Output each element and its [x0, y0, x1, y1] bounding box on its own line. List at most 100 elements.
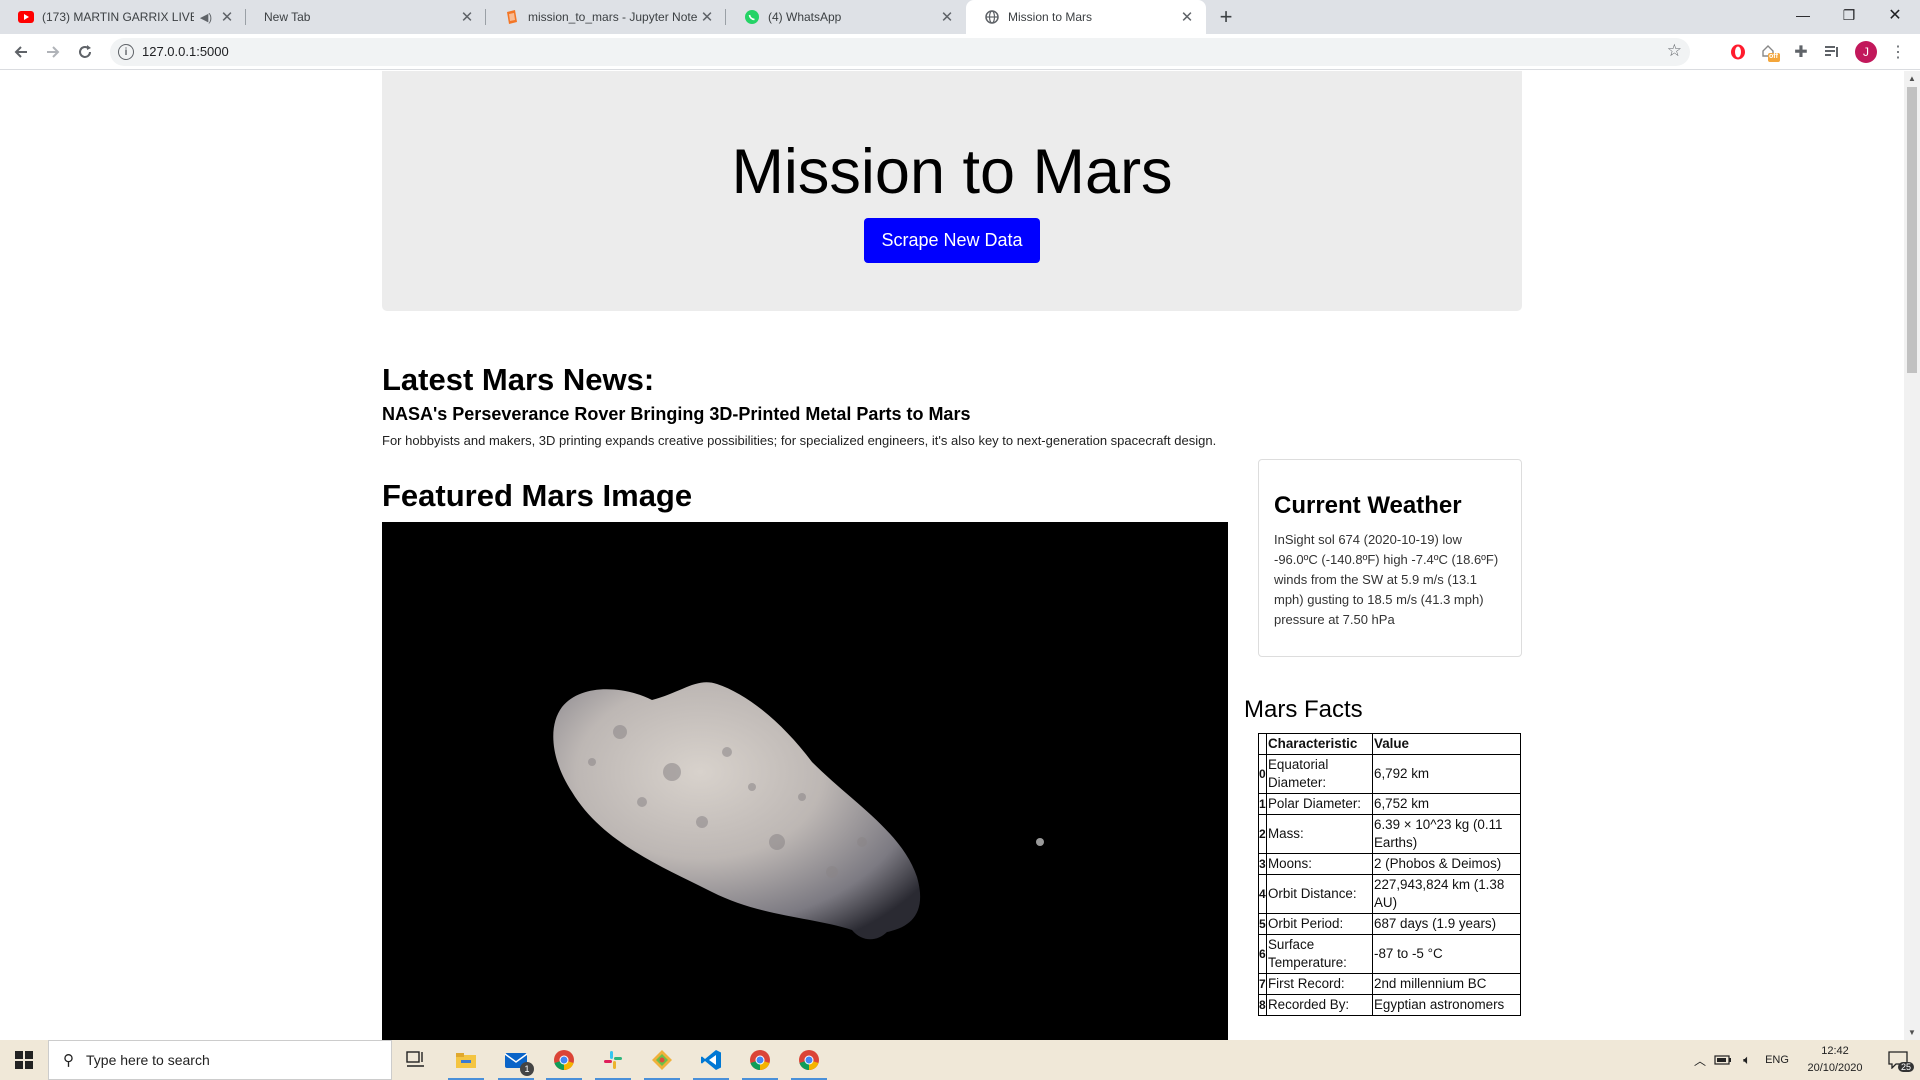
close-tab-icon[interactable]: ✕	[1178, 8, 1196, 26]
close-tab-icon[interactable]: ✕	[698, 8, 716, 26]
chrome-icon[interactable]	[540, 1040, 588, 1080]
row-characteristic: Equatorial Diameter:	[1266, 754, 1373, 794]
row-characteristic: First Record:	[1266, 973, 1373, 995]
vscode-icon[interactable]	[687, 1040, 735, 1080]
more-menu-icon[interactable]: ⋮	[1888, 42, 1908, 62]
bookmark-star-icon[interactable]: ☆	[1667, 41, 1682, 61]
mars-facts-table: Characteristic Value 0 Equatorial Diamete…	[1258, 733, 1521, 1016]
scrollbar-thumb[interactable]	[1907, 87, 1917, 373]
taskbar-search-box[interactable]: ⚲ Type here to search	[48, 1040, 392, 1080]
close-tab-icon[interactable]: ✕	[938, 8, 956, 26]
row-characteristic: Mass:	[1266, 814, 1373, 854]
table-header-value: Value	[1372, 733, 1521, 755]
profile-avatar[interactable]: J	[1855, 41, 1877, 63]
tab-title: Mission to Mars	[1008, 10, 1093, 24]
row-index: 0	[1258, 754, 1267, 794]
tab-new-tab[interactable]: New Tab ✕	[246, 0, 486, 34]
weather-text: InSight sol 674 (2020-10-19) low -96.0ºC…	[1274, 532, 1499, 627]
close-tab-icon[interactable]: ✕	[218, 8, 236, 26]
page-scrollbar[interactable]: ▲ ▼	[1904, 71, 1920, 1040]
forward-arrow-icon[interactable]	[40, 39, 66, 65]
media-queue-icon[interactable]	[1822, 42, 1842, 62]
clock[interactable]: 12:42 20/10/2020	[1790, 1043, 1880, 1077]
row-value: 6,752 km	[1372, 793, 1521, 815]
row-index: 5	[1258, 913, 1267, 935]
row-characteristic: Moons:	[1266, 853, 1373, 875]
close-tab-icon[interactable]: ✕	[458, 8, 476, 26]
extension-off-icon[interactable]: off	[1760, 42, 1780, 62]
language-indicator[interactable]: ENG	[1762, 1040, 1792, 1080]
news-heading: Latest Mars News:	[382, 362, 655, 397]
row-characteristic: Orbit Period:	[1266, 913, 1373, 935]
table-header-characteristic: Characteristic	[1266, 733, 1373, 755]
git-gui-icon[interactable]	[638, 1040, 686, 1080]
youtube-icon	[18, 9, 34, 25]
info-icon[interactable]: i	[118, 44, 134, 60]
featured-image-heading: Featured Mars Image	[382, 478, 693, 513]
tab-whatsapp[interactable]: (4) WhatsApp ✕	[726, 0, 966, 34]
windows-start-icon[interactable]	[0, 1040, 48, 1080]
reload-icon[interactable]	[72, 39, 98, 65]
row-value: Egyptian astronomers	[1372, 994, 1521, 1016]
chrome-icon-3[interactable]	[785, 1040, 833, 1080]
clock-date: 20/10/2020	[1807, 1062, 1863, 1074]
new-tab-button[interactable]: +	[1214, 4, 1238, 29]
row-index: 1	[1258, 793, 1267, 815]
featured-mars-image	[382, 522, 1228, 1040]
scroll-up-arrow-icon[interactable]: ▲	[1908, 74, 1916, 83]
minimize-icon[interactable]: —	[1780, 0, 1826, 30]
restore-icon[interactable]: ❐	[1826, 0, 1872, 30]
close-window-icon[interactable]: ✕	[1872, 0, 1918, 30]
mail-badge: 1	[520, 1062, 534, 1076]
table-row: 6 Surface Temperature: -87 to -5 °C	[1258, 934, 1521, 974]
tab-title: (4) WhatsApp	[768, 10, 842, 24]
speaker-icon[interactable]: 🔈︎	[1736, 1040, 1758, 1080]
table-row: 7 First Record: 2nd millennium BC	[1258, 973, 1521, 995]
speaker-icon[interactable]: ◀)	[200, 11, 212, 24]
task-view-icon[interactable]	[392, 1040, 440, 1080]
opera-icon[interactable]	[1728, 42, 1748, 62]
weather-card: Current Weather InSight sol 674 (2020-10…	[1258, 459, 1522, 657]
taskbar-search-placeholder[interactable]: Type here to search	[86, 1052, 210, 1068]
row-value: 6.39 × 10^23 kg (0.11 Earths)	[1372, 814, 1521, 854]
file-explorer-icon[interactable]	[442, 1040, 490, 1080]
battery-icon[interactable]	[1712, 1040, 1734, 1080]
browser-tab-strip: (173) MARTIN GARRIX LIVE @ ◀) ✕ New Tab …	[0, 0, 1920, 34]
page-viewport: Mission to Mars Scrape New Data Latest M…	[0, 71, 1904, 1040]
scroll-down-arrow-icon[interactable]: ▼	[1908, 1028, 1916, 1037]
notification-center-icon[interactable]: 25	[1880, 1040, 1916, 1080]
row-value: 2 (Phobos & Deimos)	[1372, 853, 1521, 875]
table-row: 2 Mass: 6.39 × 10^23 kg (0.11 Earths)	[1258, 814, 1521, 854]
row-index: 8	[1258, 994, 1267, 1016]
row-characteristic: Orbit Distance:	[1266, 874, 1373, 914]
slack-icon[interactable]	[589, 1040, 637, 1080]
scrape-new-data-button[interactable]: Scrape New Data	[864, 218, 1040, 263]
tab-mission-to-mars[interactable]: Mission to Mars ✕	[966, 0, 1206, 34]
extension-badge: off	[1769, 53, 1778, 60]
table-header-row: Characteristic Value	[1258, 733, 1521, 755]
row-characteristic: Recorded By:	[1266, 994, 1373, 1016]
search-icon: ⚲	[63, 1052, 74, 1069]
tab-youtube[interactable]: (173) MARTIN GARRIX LIVE @ ◀) ✕	[0, 0, 246, 34]
tab-jupyter[interactable]: mission_to_mars - Jupyter Noteb ✕	[486, 0, 726, 34]
tab-title: mission_to_mars - Jupyter Noteb	[528, 10, 698, 24]
row-characteristic: Polar Diameter:	[1266, 793, 1373, 815]
address-bar[interactable]: i 127.0.0.1:5000 ☆	[110, 38, 1690, 66]
row-index: 3	[1258, 853, 1267, 875]
table-row: 8 Recorded By: Egyptian astronomers	[1258, 994, 1521, 1016]
back-arrow-icon[interactable]	[8, 39, 34, 65]
puzzle-extensions-icon[interactable]: ✚	[1791, 42, 1811, 62]
globe-icon	[984, 9, 1000, 25]
chevron-up-icon[interactable]: ︿	[1690, 1040, 1710, 1080]
mail-icon[interactable]: 1	[492, 1040, 540, 1080]
page-title: Mission to Mars	[731, 137, 1173, 207]
table-row: 3 Moons: 2 (Phobos & Deimos)	[1258, 853, 1521, 875]
windows-taskbar: ⚲ Type here to search 1 ︿ 🔈︎ ENG 12:42 2…	[0, 1040, 1920, 1080]
weather-heading: Current Weather	[1274, 492, 1462, 519]
table-row: 4 Orbit Distance: 227,943,824 km (1.38 AU)	[1258, 874, 1521, 914]
row-index: 4	[1258, 874, 1267, 914]
chrome-icon-2[interactable]	[736, 1040, 784, 1080]
url-text[interactable]: 127.0.0.1:5000	[142, 44, 229, 59]
row-characteristic: Surface Temperature:	[1266, 934, 1373, 974]
table-index-header	[1258, 733, 1267, 755]
